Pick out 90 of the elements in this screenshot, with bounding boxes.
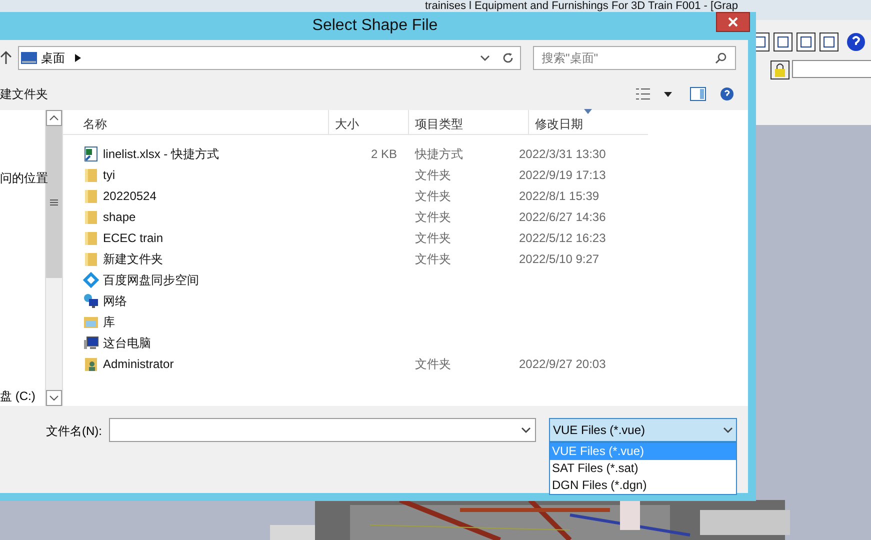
grip-icon <box>50 198 58 206</box>
file-type-dropdown[interactable]: VUE Files (*.vue) <box>549 418 737 442</box>
preview-pane-icon[interactable] <box>690 87 706 101</box>
network-icon <box>83 292 99 308</box>
search-icon <box>715 52 727 64</box>
user-folder-icon <box>83 356 99 372</box>
file-type: 文件夹 <box>415 252 451 266</box>
help-icon[interactable] <box>846 32 866 52</box>
folder-icon <box>83 166 99 182</box>
lock-icon[interactable] <box>770 60 790 80</box>
file-date: 2022/9/27 20:03 <box>519 356 606 370</box>
file-row[interactable]: 新建文件夹 文件夹 2022/5/10 9:27 <box>63 248 748 269</box>
app-title: trainises l Equipment and Furnishings For 3D Train F001 - [Grap <box>425 0 738 12</box>
file-type: 文件夹 <box>415 230 451 244</box>
desktop-icon <box>20 52 37 64</box>
help-icon[interactable] <box>720 87 734 101</box>
file-size: 2 KB <box>370 146 397 160</box>
file-date: 2022/9/19 17:13 <box>519 168 606 182</box>
dialog-title: Select Shape File <box>312 16 438 36</box>
file-type: 文件夹 <box>415 168 451 182</box>
file-date: 2022/5/12 16:23 <box>519 230 606 244</box>
file-name: Administrator <box>103 356 174 372</box>
file-date: 2022/3/31 13:30 <box>519 146 606 160</box>
app-input-field[interactable] <box>792 60 871 78</box>
scroll-thumb[interactable] <box>46 126 62 278</box>
toolbar-tool-icon[interactable] <box>773 32 793 52</box>
file-type: 快捷方式 <box>415 146 463 160</box>
file-row[interactable]: 这台电脑 <box>63 332 748 353</box>
file-row[interactable]: Administrator 文件夹 2022/9/27 20:03 <box>63 353 748 374</box>
new-folder-button[interactable]: 建文件夹 <box>0 85 48 103</box>
file-date: 2022/6/27 14:36 <box>519 210 606 224</box>
chevron-right-icon <box>74 54 81 62</box>
file-row[interactable]: tyi 文件夹 2022/9/19 17:13 <box>63 164 748 185</box>
file-name: shape <box>103 208 136 226</box>
diamond-icon <box>83 272 99 288</box>
file-name: 新建文件夹 <box>103 250 163 268</box>
filename-field[interactable] <box>109 418 536 442</box>
file-row[interactable]: linelist.xlsx - 快捷方式 2 KB 快捷方式 2022/3/31 13:30 <box>63 143 748 164</box>
up-arrow-icon[interactable] <box>0 51 12 65</box>
file-name: tyi <box>103 166 115 184</box>
chevron-down-icon <box>723 426 733 434</box>
file-name: 这台电脑 <box>103 334 151 352</box>
folder-icon <box>83 208 99 224</box>
file-date: 2022/8/1 15:39 <box>519 188 600 202</box>
sort-icon <box>584 109 592 114</box>
file-type: 文件夹 <box>415 188 451 202</box>
folder-icon <box>83 250 99 266</box>
file-type: 文件夹 <box>415 356 451 370</box>
toolbar-tool-icon[interactable] <box>819 32 839 52</box>
filename-label: 文件名(N): <box>46 423 102 440</box>
file-row[interactable]: 20220524 文件夹 2022/8/1 15:39 <box>63 185 748 206</box>
close-button[interactable] <box>716 12 750 32</box>
file-row[interactable]: 网络 <box>63 290 748 311</box>
file-date: 2022/5/10 9:27 <box>519 252 600 266</box>
file-name: 百度网盘同步空间 <box>103 272 199 288</box>
dropdown-option[interactable]: SAT Files (*.sat) <box>550 460 736 477</box>
nav-item[interactable]: 问的位置 <box>0 169 48 187</box>
file-name: 20220524 <box>103 188 156 204</box>
computer-icon <box>83 334 99 350</box>
refresh-icon[interactable] <box>502 52 514 64</box>
scroll-down-icon[interactable] <box>46 390 62 406</box>
column-header[interactable]: 大小 <box>329 110 409 134</box>
file-type: 文件夹 <box>415 210 451 224</box>
file-row[interactable]: 库 <box>63 311 748 332</box>
view-list-icon[interactable] <box>636 88 650 100</box>
file-row[interactable]: 百度网盘同步空间 <box>63 269 748 290</box>
search-input[interactable]: 搜索"桌面" <box>542 49 715 67</box>
file-name: 库 <box>103 314 115 330</box>
column-header[interactable]: 修改日期 <box>529 110 648 134</box>
address-bar[interactable]: 桌面 <box>18 46 521 70</box>
column-header[interactable]: 名称 <box>63 110 329 134</box>
dropdown-option[interactable]: DGN Files (*.dgn) <box>550 477 736 494</box>
nav-item[interactable]: 盘 (C:) <box>0 389 36 403</box>
chevron-down-icon[interactable] <box>480 54 490 62</box>
caret-down-icon[interactable] <box>664 92 672 96</box>
folder-icon <box>83 188 99 204</box>
address-location: 桌面 <box>40 50 65 67</box>
close-icon <box>728 17 738 27</box>
file-name: ECEC train <box>103 230 164 246</box>
chevron-down-icon <box>521 426 531 434</box>
search-field[interactable]: 搜索"桌面" <box>532 46 736 70</box>
spreadsheet-icon <box>83 146 99 162</box>
folder-icon <box>83 230 99 246</box>
file-name: linelist.xlsx - 快捷方式 <box>103 146 220 162</box>
file-row[interactable]: ECEC train 文件夹 2022/5/12 16:23 <box>63 227 748 248</box>
scroll-up-icon[interactable] <box>46 110 62 126</box>
toolbar-tool-icon[interactable] <box>796 32 816 52</box>
file-name: 网络 <box>103 292 127 310</box>
column-header[interactable]: 项目类型 <box>409 110 529 134</box>
file-row[interactable]: shape 文件夹 2022/6/27 14:36 <box>63 206 748 227</box>
